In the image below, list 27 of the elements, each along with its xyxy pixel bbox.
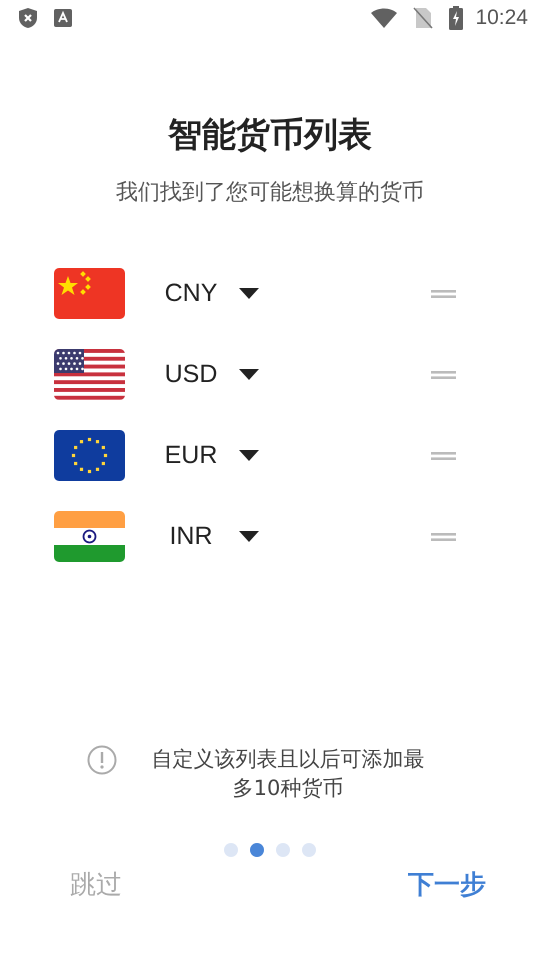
shield-icon — [18, 7, 38, 29]
drag-handle-icon[interactable] — [431, 288, 456, 298]
info-icon — [87, 745, 117, 775]
drag-handle-icon[interactable] — [431, 450, 456, 460]
status-time: 10:24 — [475, 6, 528, 30]
drag-handle-icon[interactable] — [431, 370, 456, 380]
battery-charging-icon — [449, 6, 464, 30]
dropdown-caret-icon[interactable] — [239, 369, 259, 380]
app-icon — [54, 9, 72, 27]
flag-icon — [54, 430, 125, 481]
dropdown-caret-icon[interactable] — [239, 288, 259, 299]
page-title: 智能货币列表 — [166, 114, 373, 157]
flag-icon — [54, 511, 125, 562]
page-subtitle: 我们找到了您可能想换算的货币 — [115, 179, 425, 207]
wifi-icon — [371, 8, 398, 28]
dropdown-caret-icon[interactable] — [239, 450, 259, 461]
no-sim-icon — [413, 7, 434, 29]
drag-handle-icon[interactable] — [431, 532, 456, 542]
dropdown-caret-icon[interactable] — [239, 531, 259, 542]
next-button[interactable]: 下一步 — [404, 863, 490, 906]
currency-code[interactable]: USD — [153, 360, 229, 389]
currency-code[interactable]: INR — [153, 522, 229, 551]
flag-icon — [54, 349, 125, 400]
currency-code[interactable]: CNY — [153, 279, 229, 308]
currency-code[interactable]: EUR — [153, 441, 229, 470]
info-note: 自定义该列表且以后可添加最多10种货币 — [150, 746, 426, 802]
flag-icon — [54, 268, 125, 319]
